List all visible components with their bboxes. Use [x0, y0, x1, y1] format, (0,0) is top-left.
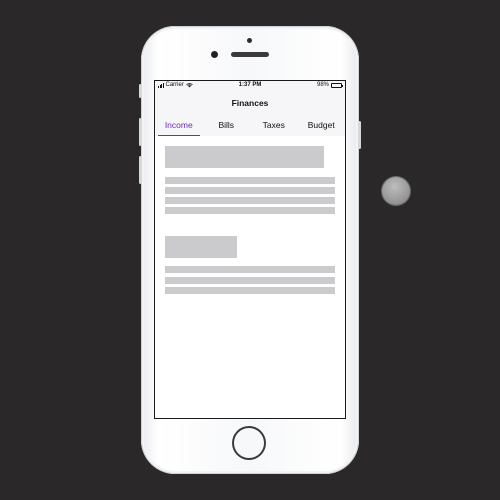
- tab-bills[interactable]: Bills: [203, 118, 251, 136]
- power-button[interactable]: [358, 121, 361, 149]
- tab-budget[interactable]: Budget: [298, 118, 346, 136]
- placeholder-text-line: [165, 187, 335, 194]
- placeholder-text-line: [165, 266, 335, 273]
- placeholder-subheading-block: [165, 236, 237, 258]
- front-camera-icon: [211, 51, 218, 58]
- placeholder-text-line: [165, 207, 335, 214]
- battery-percent: 98%: [316, 82, 329, 88]
- nav-header: Finances Income Bills Taxes Budget: [155, 91, 345, 136]
- placeholder-text-line: [165, 177, 335, 184]
- placeholder-heading-block: [165, 146, 324, 168]
- simulator-stage: Carrier 1:37 PM 98% Finances Income Bill…: [0, 0, 500, 500]
- home-button-icon[interactable]: [232, 426, 266, 460]
- earpiece-speaker: [231, 52, 269, 57]
- tab-income[interactable]: Income: [155, 118, 203, 136]
- page-title: Finances: [231, 98, 269, 108]
- placeholder-text-line: [165, 287, 335, 294]
- volume-down-button[interactable]: [139, 156, 142, 184]
- phone-screen: Carrier 1:37 PM 98% Finances Income Bill…: [154, 80, 346, 419]
- placeholder-text-line: [165, 197, 335, 204]
- phone-frame: Carrier 1:37 PM 98% Finances Income Bill…: [139, 26, 361, 474]
- proximity-sensor-icon: [247, 38, 252, 43]
- volume-up-button[interactable]: [139, 118, 142, 146]
- tab-bar: Income Bills Taxes Budget: [155, 118, 345, 136]
- mute-switch[interactable]: [139, 84, 142, 98]
- assistive-touch-button[interactable]: [382, 177, 410, 205]
- tab-taxes[interactable]: Taxes: [250, 118, 298, 136]
- battery-icon: [331, 82, 343, 88]
- status-right: 98%: [316, 82, 343, 88]
- status-bar: Carrier 1:37 PM 98%: [155, 81, 345, 91]
- placeholder-text-line: [165, 277, 335, 284]
